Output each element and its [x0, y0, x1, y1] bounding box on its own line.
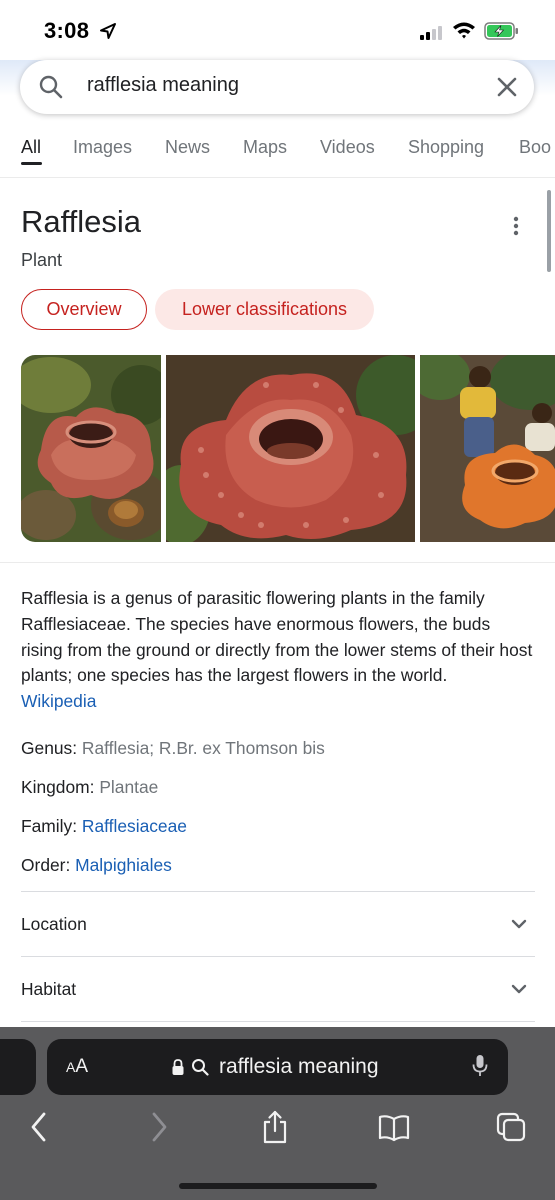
fact-value: Plantae [99, 777, 159, 797]
back-arrow-icon[interactable] [28, 1110, 50, 1144]
entity-subtitle: Plant [21, 250, 63, 270]
search-icon[interactable] [38, 74, 64, 100]
tab-books[interactable]: Boo [519, 137, 551, 158]
fact-order: Order: Malpighiales [21, 855, 172, 876]
tab-maps[interactable]: Maps [243, 137, 287, 158]
rafflesia-image-1[interactable] [21, 355, 161, 542]
tabs-icon[interactable] [495, 1110, 527, 1144]
fact-link[interactable]: Rafflesiaceae [82, 816, 187, 836]
battery-charging-icon [484, 22, 518, 40]
tab-videos[interactable]: Videos [320, 137, 375, 158]
accordion-divider [21, 1021, 535, 1022]
microphone-icon[interactable] [472, 1054, 488, 1078]
more-options-icon[interactable] [509, 215, 523, 237]
fact-genus: Genus: Rafflesia; R.Br. ex Thomson bis [21, 738, 325, 759]
search-tabs: All Images News Maps Videos Shopping Boo [0, 130, 555, 178]
rafflesia-image-3[interactable] [420, 355, 555, 542]
fact-label: Kingdom: [21, 777, 95, 797]
forward-arrow-icon[interactable] [148, 1110, 170, 1144]
entity-description: Rafflesia is a genus of parasitic flower… [21, 586, 536, 715]
status-bar: 3:08 [0, 0, 555, 60]
search-input[interactable]: rafflesia meaning [87, 74, 239, 97]
share-icon[interactable] [261, 1110, 289, 1144]
section-divider [0, 562, 555, 563]
bookmarks-icon[interactable] [377, 1110, 411, 1144]
fact-family: Family: Rafflesiaceae [21, 816, 187, 837]
tab-news[interactable]: News [165, 137, 210, 158]
chevron-down-icon[interactable] [510, 981, 528, 997]
address-text[interactable]: rafflesia meaning [219, 1055, 379, 1079]
cellular-signal-icon [420, 26, 442, 40]
fact-label: Family: [21, 816, 78, 836]
rafflesia-image-2[interactable] [166, 355, 415, 542]
active-tab-indicator [21, 162, 42, 165]
tab-all[interactable]: All [21, 137, 41, 158]
previous-tab-pill[interactable] [0, 1039, 36, 1095]
entity-title: Rafflesia [21, 204, 142, 239]
location-arrow-icon [100, 23, 116, 39]
chip-overview[interactable]: Overview [21, 289, 147, 330]
fact-label: Genus: [21, 738, 78, 758]
search-icon [192, 1059, 209, 1076]
fact-label: Order: [21, 855, 71, 875]
section-habitat[interactable]: Habitat [21, 979, 76, 1000]
status-time: 3:08 [44, 18, 90, 43]
clear-search-icon[interactable] [495, 75, 519, 99]
tab-images[interactable]: Images [73, 137, 132, 158]
chip-lower-classifications[interactable]: Lower classifications [155, 289, 374, 330]
section-location[interactable]: Location [21, 914, 87, 935]
lock-icon [172, 1059, 184, 1075]
wifi-icon [453, 22, 475, 39]
fact-value: Rafflesia; R.Br. ex Thomson bis [81, 738, 325, 758]
page-scrollbar[interactable] [547, 190, 551, 272]
accordion-divider [21, 956, 535, 957]
description-text: Rafflesia is a genus of parasitic flower… [21, 588, 533, 686]
chevron-down-icon[interactable] [510, 916, 528, 932]
accordion-divider [21, 891, 535, 892]
tab-shopping[interactable]: Shopping [408, 137, 484, 158]
text-size-button[interactable]: AAAA [66, 1056, 88, 1078]
fact-kingdom: Kingdom: Plantae [21, 777, 158, 798]
wikipedia-link[interactable]: Wikipedia [21, 691, 96, 711]
home-indicator[interactable] [179, 1183, 377, 1189]
fact-link[interactable]: Malpighiales [75, 855, 172, 875]
